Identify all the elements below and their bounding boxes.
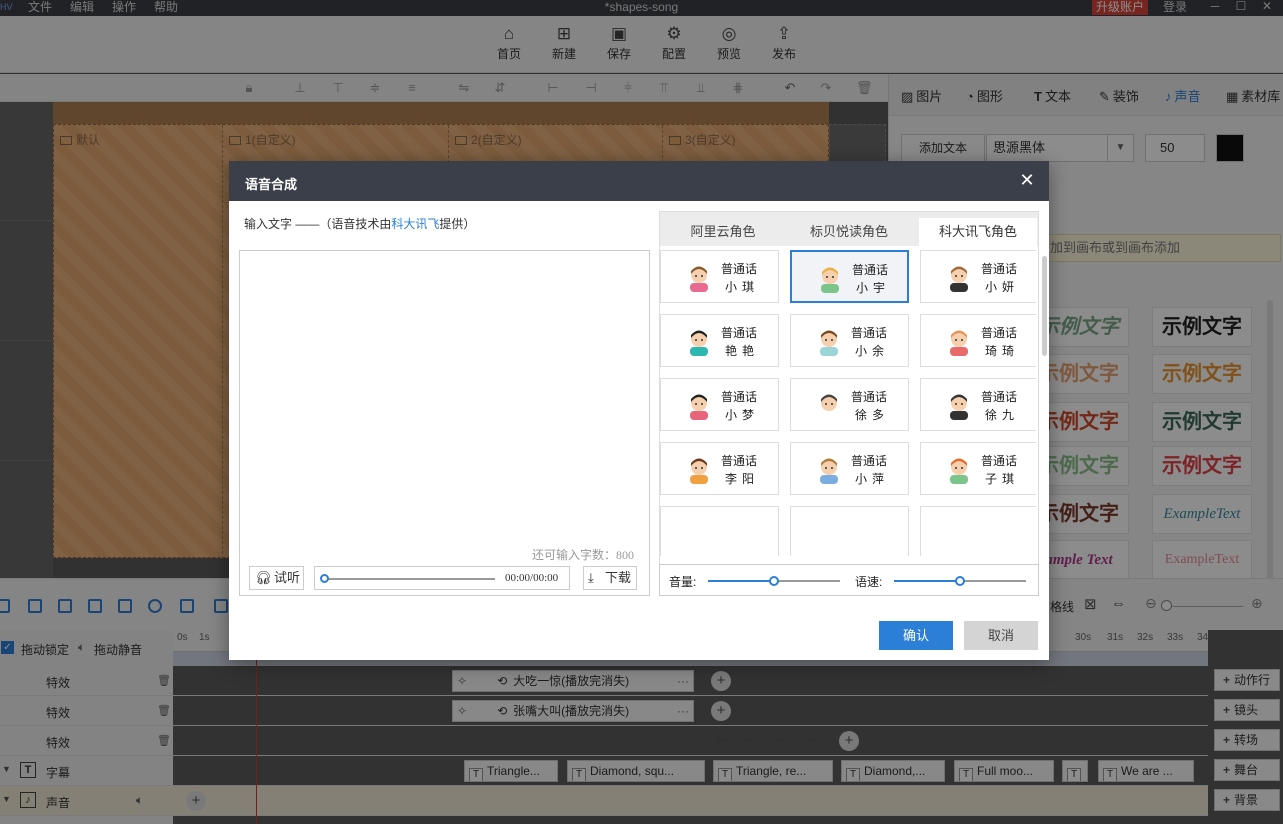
voice-scrollbar[interactable]: [1042, 256, 1047, 356]
volume-label: 音量:: [669, 575, 697, 589]
dialog-title: 语音合成: [245, 177, 298, 192]
voice-provider-tabs: 阿里云角色 标贝悦读角色 科大讯飞角色: [660, 212, 1038, 246]
avatar: [950, 266, 968, 292]
avatar: [690, 394, 708, 420]
voice-name: 小萍: [855, 472, 890, 486]
download-label: 下载: [605, 570, 632, 585]
voice-lang: 普通话: [851, 454, 888, 468]
avatar: [820, 330, 838, 356]
voice-name: 徐九: [985, 408, 1020, 422]
tts-text-input[interactable]: [239, 250, 650, 596]
voice-lang: 普通话: [851, 390, 888, 404]
listen-label: 试听: [274, 570, 301, 585]
voice-selector: 阿里云角色 标贝悦读角色 科大讯飞角色 普通话 小琪 普通话 小宇 普通话 小妍 普通话 艳艳…: [659, 211, 1039, 595]
voice-name: 艳艳: [725, 344, 760, 358]
voice-lang: 普通话: [721, 326, 758, 340]
speed-knob[interactable]: [955, 576, 965, 586]
voice-lang: 普通话: [851, 326, 888, 340]
voice-card[interactable]: 普通话 小琪: [660, 250, 779, 303]
voice-card[interactable]: 普通话 徐多: [790, 378, 909, 431]
tab-aliyun[interactable]: 阿里云角色: [664, 218, 782, 246]
volume-fill: [708, 580, 774, 582]
voice-lang: 普通话: [981, 454, 1018, 468]
voice-card[interactable]: [790, 506, 909, 556]
voice-name: 子琪: [985, 472, 1020, 486]
voice-lang: 普通话: [852, 263, 889, 277]
headphones-icon: 🎧︎: [255, 570, 272, 585]
remaining-label: 还可输入字数：: [532, 548, 617, 562]
avatar: [950, 394, 968, 420]
remaining-chars: 还可输入字数：800: [532, 546, 634, 563]
listen-button[interactable]: 🎧︎ 试听: [249, 566, 304, 590]
voice-name: 小余: [855, 344, 890, 358]
speed-slider[interactable]: [894, 576, 1026, 586]
speed-label: 语速:: [855, 575, 883, 589]
tab-biaobei[interactable]: 标贝悦读角色: [790, 218, 908, 246]
volume-knob[interactable]: [769, 576, 779, 586]
tab-iflytek[interactable]: 科大讯飞角色: [919, 218, 1037, 246]
download-icon: ⤓: [588, 570, 594, 585]
avatar: [821, 267, 839, 293]
voice-name: 小琪: [725, 280, 760, 294]
voice-card[interactable]: 普通话 小宇: [790, 250, 909, 303]
voice-card[interactable]: 普通话 子琪: [920, 442, 1036, 495]
voice-card[interactable]: 普通话 徐九: [920, 378, 1036, 431]
voice-card[interactable]: 普通话 小余: [790, 314, 909, 367]
speed-fill: [894, 580, 960, 582]
voice-card[interactable]: 普通话 艳艳: [660, 314, 779, 367]
voice-sliders: 音量: 语速:: [659, 564, 1039, 596]
voice-card[interactable]: [920, 506, 1036, 556]
voice-card[interactable]: 普通话 小妍: [920, 250, 1036, 303]
voice-lang: 普通话: [981, 262, 1018, 276]
desc-suffix: 提供）: [439, 217, 476, 231]
voice-card[interactable]: 普通话 李阳: [660, 442, 779, 495]
voice-card[interactable]: 普通话 小梦: [660, 378, 779, 431]
voice-name: 徐多: [855, 408, 890, 422]
download-button[interactable]: ⤓ 下载: [583, 566, 637, 590]
avatar: [950, 330, 968, 356]
voice-name: 小梦: [725, 408, 760, 422]
desc-prefix: 输入文字 ——（语音技术由: [244, 217, 392, 231]
voice-lang: 普通话: [721, 262, 758, 276]
voice-name: 小宇: [856, 281, 891, 295]
avatar: [690, 458, 708, 484]
progress-track[interactable]: [323, 578, 495, 580]
volume-slider[interactable]: [708, 576, 840, 586]
avatar: [690, 266, 708, 292]
voice-lang: 普通话: [981, 390, 1018, 404]
voice-lang: 普通话: [721, 454, 758, 468]
voice-name: 李阳: [725, 472, 760, 486]
cancel-button[interactable]: 取消: [964, 621, 1038, 650]
voice-card[interactable]: [660, 506, 779, 556]
voice-card[interactable]: 普通话 小萍: [790, 442, 909, 495]
dialog-header: 语音合成 ✕: [229, 161, 1049, 201]
voice-name: 小妍: [985, 280, 1020, 294]
dialog-description: 输入文字 ——（语音技术由科大讯飞提供）: [244, 215, 475, 232]
avatar: [820, 394, 838, 420]
avatar: [950, 458, 968, 484]
voice-grid: 普通话 小琪 普通话 小宇 普通话 小妍 普通话 艳艳 普通话 小余 普通话 琦琦 普通话 小梦 普通话 徐多…: [660, 250, 1036, 556]
voice-lang: 普通话: [721, 390, 758, 404]
avatar: [690, 330, 708, 356]
progress-knob[interactable]: [320, 574, 329, 583]
provider-link[interactable]: 科大讯飞: [391, 217, 439, 231]
confirm-button[interactable]: 确认: [879, 621, 953, 650]
voice-card[interactable]: 普通话 琦琦: [920, 314, 1036, 367]
audio-player: 00:00/00:00: [314, 566, 570, 590]
close-icon[interactable]: ✕: [1017, 170, 1037, 191]
remaining-value: 800: [616, 548, 635, 562]
avatar: [820, 458, 838, 484]
voice-lang: 普通话: [981, 326, 1018, 340]
speech-synthesis-dialog: 语音合成 ✕ 输入文字 ——（语音技术由科大讯飞提供） 还可输入字数：800 🎧…: [229, 161, 1049, 660]
playback-time: 00:00/00:00: [505, 572, 559, 584]
voice-name: 琦琦: [985, 344, 1020, 358]
